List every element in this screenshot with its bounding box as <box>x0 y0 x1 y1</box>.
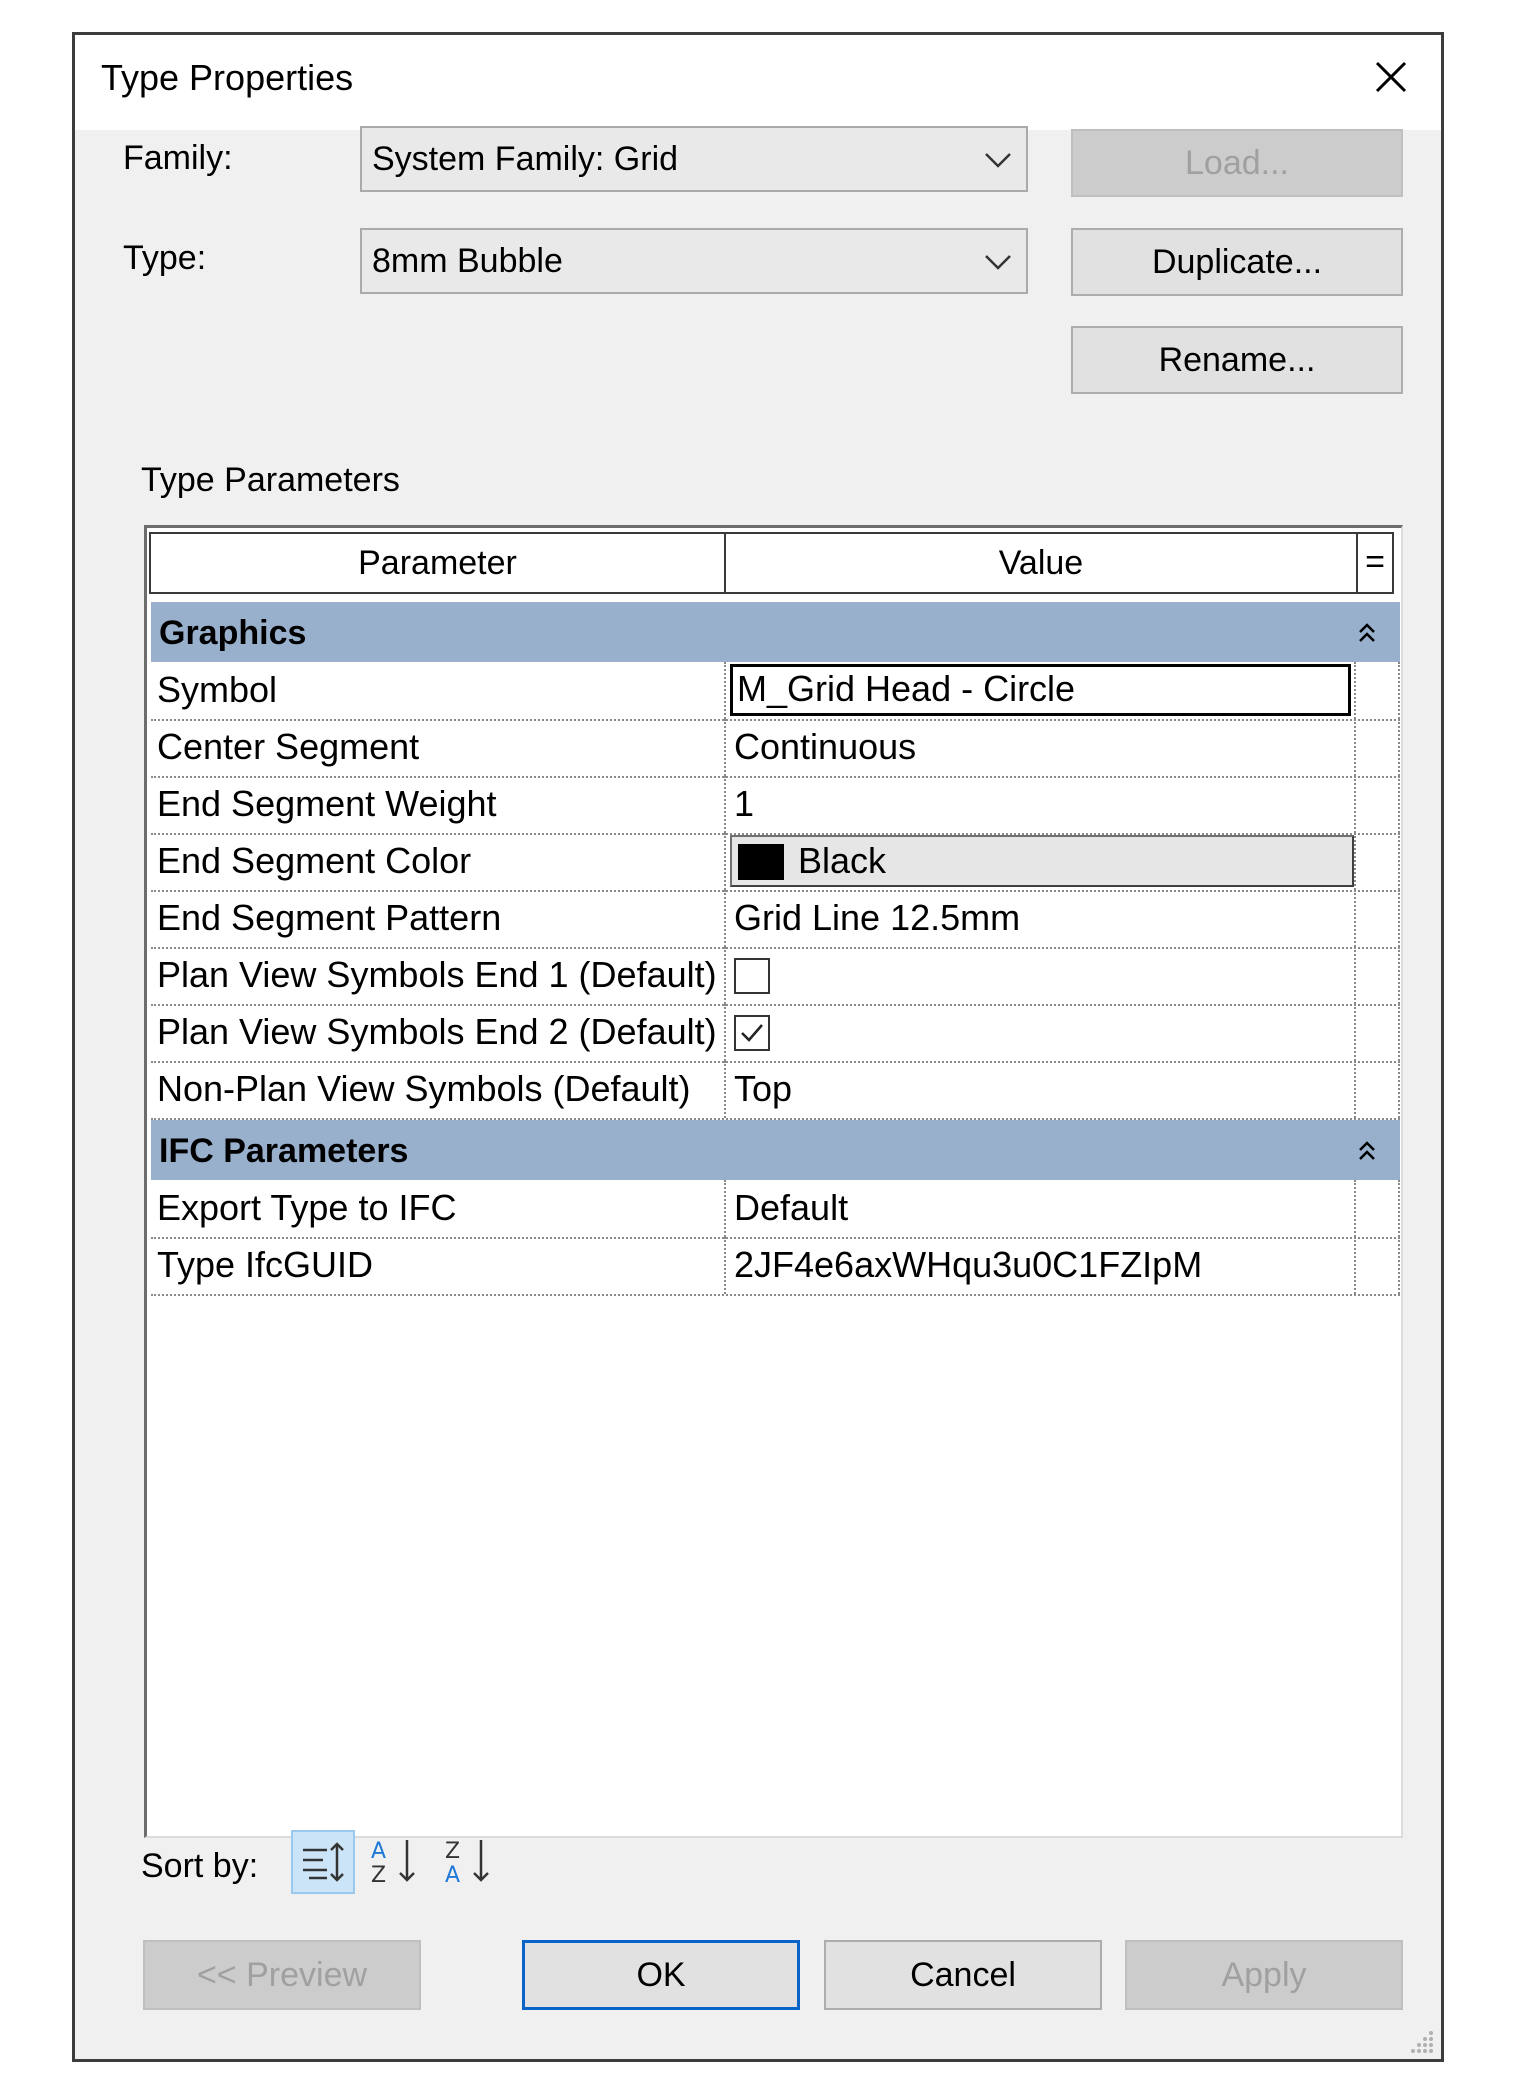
param-name: Export Type to IFC <box>151 1180 726 1237</box>
formula-cell <box>1356 1180 1400 1237</box>
group-name: Graphics <box>159 614 307 652</box>
rename-button[interactable]: Rename... <box>1071 326 1403 394</box>
param-row-type-ifcguid[interactable]: Type IfcGUID 2JF4e6axWHqu3u0C1FZIpM <box>151 1237 1400 1296</box>
svg-text:Z: Z <box>445 1839 460 1864</box>
param-name: Plan View Symbols End 1 (Default) <box>151 947 726 1004</box>
sort-ascending-icon: A Z <box>371 1839 415 1888</box>
param-value-cell <box>728 947 1356 1004</box>
type-parameters-label: Type Parameters <box>141 461 400 499</box>
type-dropdown-value: 8mm Bubble <box>372 242 563 280</box>
svg-text:A: A <box>445 1863 460 1888</box>
param-value-cell: M_Grid Head - Circle <box>728 662 1356 719</box>
param-value[interactable]: Continuous <box>728 719 1356 776</box>
close-icon <box>1375 61 1407 93</box>
formula-column-header[interactable]: = <box>1356 532 1394 594</box>
param-name: Plan View Symbols End 2 (Default) <box>151 1004 726 1061</box>
title-bar: Type Properties <box>75 35 1441 130</box>
param-value[interactable]: 2JF4e6axWHqu3u0C1FZIpM <box>728 1237 1356 1294</box>
formula-cell <box>1356 1237 1400 1294</box>
param-name: End Segment Weight <box>151 776 726 833</box>
formula-cell <box>1356 719 1400 776</box>
param-name: Type IfcGUID <box>151 1237 726 1294</box>
symbol-value-input[interactable]: M_Grid Head - Circle <box>730 664 1351 716</box>
formula-cell <box>1356 776 1400 833</box>
family-dropdown[interactable]: System Family: Grid <box>360 126 1028 192</box>
formula-cell <box>1356 662 1400 719</box>
param-row-end-segment-pattern[interactable]: End Segment Pattern Grid Line 12.5mm <box>151 890 1400 949</box>
param-name: End Segment Color <box>151 833 726 890</box>
param-value[interactable]: Grid Line 12.5mm <box>728 890 1356 947</box>
checkmark-icon <box>741 1024 763 1042</box>
param-name: End Segment Pattern <box>151 890 726 947</box>
param-row-plan-view-end-2[interactable]: Plan View Symbols End 2 (Default) <box>151 1004 1400 1063</box>
collapse-icon[interactable] <box>1354 1138 1380 1164</box>
duplicate-button[interactable]: Duplicate... <box>1071 228 1403 296</box>
group-sort-icon <box>303 1842 344 1882</box>
param-name: Symbol <box>151 662 726 719</box>
apply-button[interactable]: Apply <box>1125 1940 1403 2010</box>
type-parameters-grid: Parameter Value = Graphics Symbol M_Grid… <box>144 525 1403 1838</box>
param-value[interactable]: 1 <box>728 776 1356 833</box>
param-row-plan-view-end-1[interactable]: Plan View Symbols End 1 (Default) <box>151 947 1400 1006</box>
group-sort-button[interactable] <box>291 1830 355 1894</box>
plan-view-end-2-checkbox[interactable] <box>734 1015 770 1051</box>
param-row-end-segment-weight[interactable]: End Segment Weight 1 <box>151 776 1400 835</box>
param-value-cell <box>728 1004 1356 1061</box>
chevron-down-icon <box>985 255 1011 270</box>
formula-cell <box>1356 947 1400 1004</box>
sort-descending-button[interactable]: Z A <box>439 1830 503 1894</box>
dialog-title: Type Properties <box>101 57 354 98</box>
param-row-symbol[interactable]: Symbol M_Grid Head - Circle <box>151 662 1400 721</box>
load-button[interactable]: Load... <box>1071 129 1403 197</box>
param-value[interactable]: Default <box>728 1180 1356 1237</box>
plan-view-end-1-checkbox[interactable] <box>734 958 770 994</box>
svg-text:A: A <box>371 1839 386 1864</box>
formula-cell <box>1356 833 1400 890</box>
chevron-down-icon <box>985 153 1011 168</box>
type-properties-dialog: Type Properties Family: System Family: G… <box>72 32 1444 2062</box>
preview-button[interactable]: << Preview <box>143 1940 421 2010</box>
param-row-center-segment[interactable]: Center Segment Continuous <box>151 719 1400 778</box>
color-picker-button[interactable]: Black <box>730 835 1354 887</box>
group-name: IFC Parameters <box>159 1132 409 1170</box>
close-button[interactable] <box>1363 49 1419 105</box>
ok-button[interactable]: OK <box>522 1940 800 2010</box>
param-name: Center Segment <box>151 719 726 776</box>
type-label: Type: <box>123 239 207 277</box>
resize-grip-icon[interactable] <box>1411 2029 1435 2053</box>
svg-text:Z: Z <box>371 1863 386 1888</box>
parameter-column-header[interactable]: Parameter <box>149 532 726 594</box>
sort-descending-icon: Z A <box>445 1839 489 1888</box>
color-name: Black <box>798 840 887 881</box>
param-row-non-plan-view-symbols[interactable]: Non-Plan View Symbols (Default) Top <box>151 1061 1400 1120</box>
family-label: Family: <box>123 139 233 177</box>
type-dropdown[interactable]: 8mm Bubble <box>360 228 1028 294</box>
formula-cell <box>1356 1004 1400 1061</box>
formula-cell <box>1356 1061 1400 1118</box>
formula-cell <box>1356 890 1400 947</box>
param-value-cell: Black <box>728 833 1356 890</box>
cancel-button[interactable]: Cancel <box>824 1940 1102 2010</box>
param-value[interactable]: Top <box>728 1061 1356 1118</box>
collapse-icon[interactable] <box>1354 620 1380 646</box>
value-column-header[interactable]: Value <box>724 532 1358 594</box>
param-name: Non-Plan View Symbols (Default) <box>151 1061 726 1118</box>
sort-ascending-button[interactable]: A Z <box>365 1830 429 1894</box>
sort-by-label: Sort by: <box>141 1847 259 1885</box>
color-swatch <box>738 844 784 880</box>
family-dropdown-value: System Family: Grid <box>372 140 679 178</box>
group-header-ifc-parameters[interactable]: IFC Parameters <box>151 1120 1400 1180</box>
param-row-export-type-to-ifc[interactable]: Export Type to IFC Default <box>151 1180 1400 1239</box>
group-header-graphics[interactable]: Graphics <box>151 602 1400 662</box>
param-row-end-segment-color[interactable]: End Segment Color Black <box>151 833 1400 892</box>
